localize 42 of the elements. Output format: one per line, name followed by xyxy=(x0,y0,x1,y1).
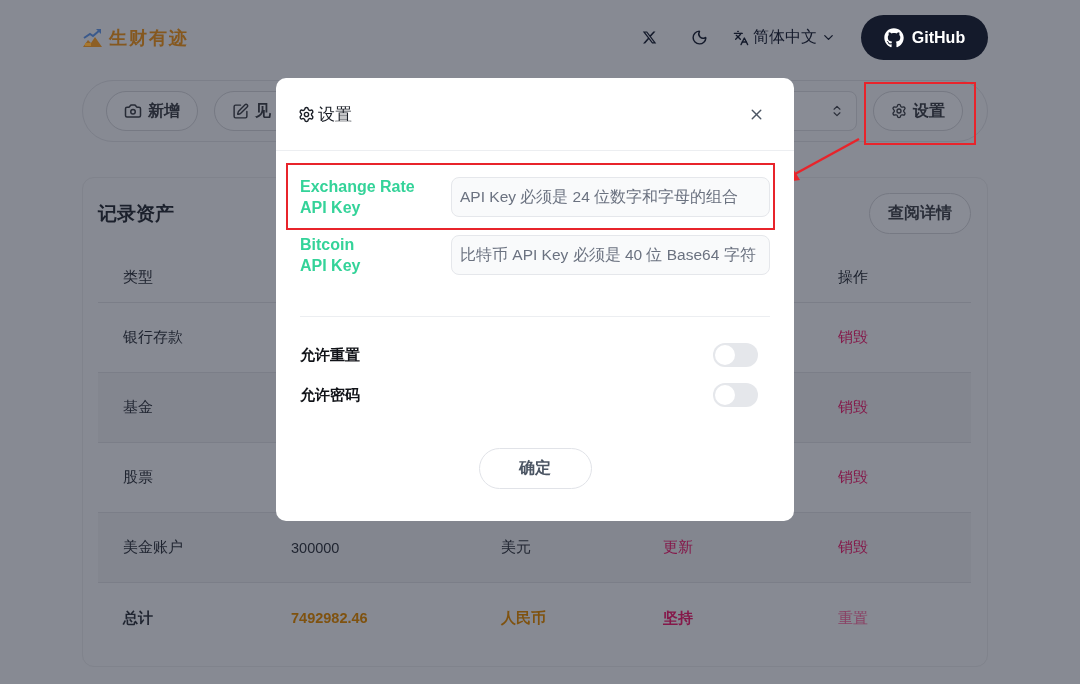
moon-icon[interactable] xyxy=(691,29,708,46)
table-cell-text: 基金 xyxy=(122,398,153,417)
github-icon xyxy=(883,27,904,48)
table-cell-text: 7492982.46 xyxy=(290,610,368,626)
table-cell-text: 美金账户 xyxy=(122,538,183,557)
details-button[interactable]: 查阅详情 xyxy=(869,193,971,234)
language-select[interactable]: 简体中文 xyxy=(733,27,836,48)
action-link[interactable]: 销毁 xyxy=(838,398,868,417)
field-label: Exchange Rate API Key xyxy=(300,177,416,218)
table-cell-text: 300000 xyxy=(290,539,340,556)
camera-icon xyxy=(124,102,142,120)
settings-button[interactable]: 设置 xyxy=(873,91,963,131)
action-link[interactable]: 销毁 xyxy=(838,468,868,487)
action-link[interactable]: 更新 xyxy=(663,538,693,557)
card-title: 记录资产 xyxy=(98,201,174,226)
action-link[interactable]: 销毁 xyxy=(838,328,868,347)
api-key-input[interactable]: API Key 必须是 24 位数字和字母的组合 xyxy=(451,177,770,217)
table-cell-text: 股票 xyxy=(122,468,153,487)
translate-icon xyxy=(733,29,749,46)
toggle-label: 允许密码 xyxy=(300,385,360,405)
pencil-icon xyxy=(232,102,249,120)
x-logo-icon[interactable] xyxy=(642,30,657,45)
toggle-label: 允许重置 xyxy=(300,345,360,365)
toolbar-button[interactable]: 新增 xyxy=(106,91,198,131)
table-cell-text: 美元 xyxy=(500,538,531,557)
toggle-switch[interactable] xyxy=(713,383,758,407)
logo-icon xyxy=(82,27,103,48)
table-cell-text: 总计 xyxy=(121,608,153,628)
action-link[interactable]: 销毁 xyxy=(838,538,868,557)
field-label: Bitcoin API Key xyxy=(300,235,362,276)
confirm-button[interactable]: 确定 xyxy=(478,448,592,489)
table-cell-text: 人民币 xyxy=(500,608,546,628)
action-link[interactable]: 坚持 xyxy=(663,608,693,628)
api-key-input[interactable]: 比特币 API Key 必须是 40 位 Base64 字符 xyxy=(451,235,770,275)
logo-text: 生财有迹 xyxy=(109,25,189,50)
table-cell-text: 银行存款 xyxy=(122,328,183,347)
column-header: 类型 xyxy=(122,268,153,287)
github-button[interactable]: GitHub xyxy=(861,15,988,60)
settings-icon xyxy=(298,105,315,123)
settings-icon xyxy=(891,103,907,119)
column-header: 操作 xyxy=(837,268,868,287)
toggle-switch[interactable] xyxy=(713,343,758,367)
